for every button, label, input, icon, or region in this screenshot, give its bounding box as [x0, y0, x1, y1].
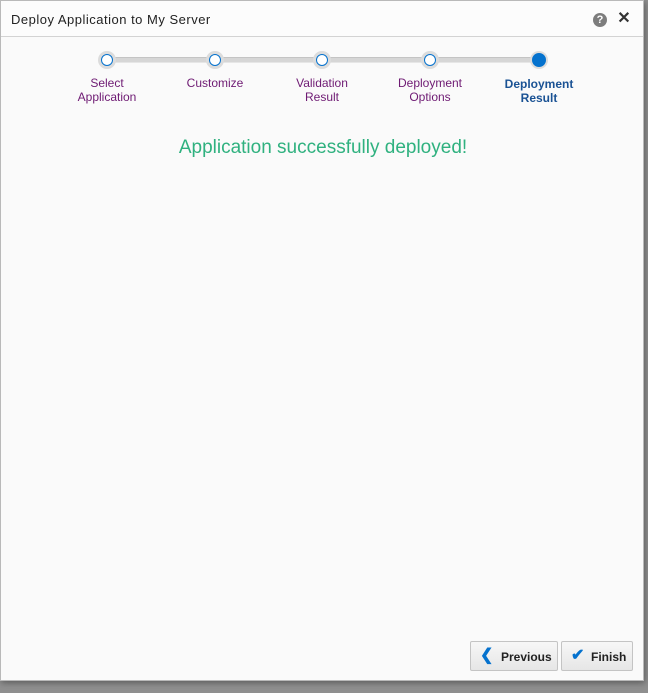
- train-label-validation-result[interactable]: Validation Result: [272, 76, 372, 104]
- train-stop-customize[interactable]: [206, 51, 224, 69]
- train-label-deployment-result: Deployment Result: [504, 77, 574, 105]
- dialog-title: Deploy Application to My Server: [11, 12, 211, 27]
- previous-button[interactable]: ❮ Previous: [470, 641, 558, 671]
- train-label-customize[interactable]: Customize: [165, 76, 265, 90]
- success-message: Application successfully deployed!: [178, 137, 468, 158]
- train-stop-select-application[interactable]: [98, 51, 116, 69]
- wizard-train: Select Application Customize Validation …: [1, 41, 643, 111]
- close-icon[interactable]: ✕: [616, 10, 632, 28]
- train-stop-deployment-result: [530, 51, 548, 69]
- finish-button[interactable]: ✔ Finish: [561, 641, 633, 671]
- chevron-left-icon: ❮: [480, 647, 494, 664]
- finish-button-label: Finish: [591, 650, 627, 664]
- previous-button-label: Previous: [501, 650, 552, 664]
- deploy-dialog: Deploy Application to My Server ? ✕ Sele…: [0, 0, 644, 681]
- dialog-titlebar: Deploy Application to My Server ? ✕: [1, 1, 643, 37]
- train-stop-validation-result[interactable]: [313, 51, 331, 69]
- train-label-select-application[interactable]: Select Application: [57, 76, 157, 104]
- help-icon[interactable]: ?: [593, 13, 607, 27]
- checkmark-icon: ✔: [571, 647, 585, 664]
- train-label-deployment-options[interactable]: Deployment Options: [380, 76, 480, 104]
- train-stop-deployment-options[interactable]: [421, 51, 439, 69]
